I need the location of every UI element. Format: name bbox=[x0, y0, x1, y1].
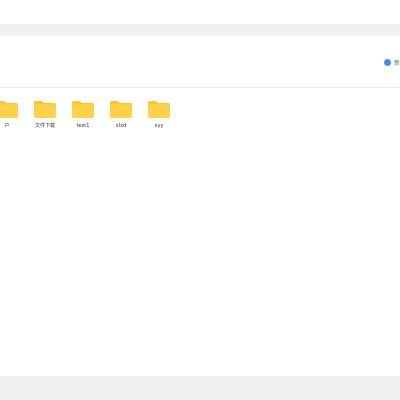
toolbar: 新 bbox=[0, 36, 400, 88]
folder-name: xlxd bbox=[115, 123, 127, 129]
folder-list: 户 文件下载 test1 xlxd xyy bbox=[0, 101, 178, 130]
toolbar-action-button[interactable]: 新 bbox=[384, 56, 400, 68]
toolbar-action-label: 新 bbox=[394, 59, 400, 67]
folder-icon bbox=[34, 101, 56, 118]
folder-item[interactable]: 文件下载 bbox=[26, 101, 64, 130]
folder-item[interactable]: xyy bbox=[140, 101, 178, 130]
folder-icon bbox=[72, 101, 94, 118]
page: 新 户 文件下载 test1 xlxd xyy bbox=[0, 0, 400, 400]
folder-item[interactable]: xlxd bbox=[102, 101, 140, 130]
folder-item[interactable]: 户 bbox=[0, 101, 26, 130]
file-area: 户 文件下载 test1 xlxd xyy bbox=[0, 88, 400, 376]
folder-name: 文件下载 bbox=[34, 123, 55, 129]
folder-icon bbox=[148, 101, 170, 118]
folder-name: 户 bbox=[4, 123, 10, 129]
folder-name: xyy bbox=[154, 123, 164, 129]
folder-name: test1 bbox=[76, 123, 90, 129]
top-band bbox=[0, 0, 400, 24]
top-strip bbox=[0, 24, 400, 36]
circle-icon bbox=[384, 58, 391, 66]
folder-item[interactable]: test1 bbox=[64, 101, 102, 130]
folder-icon bbox=[0, 101, 18, 118]
folder-icon bbox=[110, 101, 132, 118]
bottom-strip bbox=[0, 376, 400, 400]
